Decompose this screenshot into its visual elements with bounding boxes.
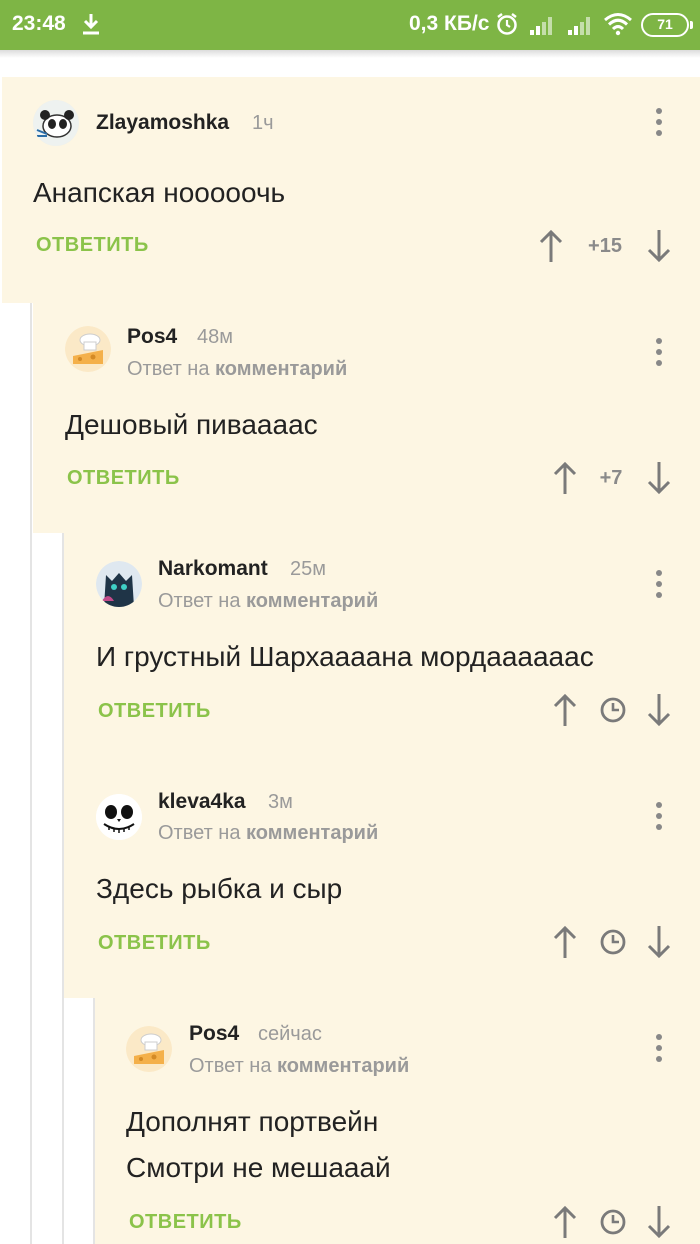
signal-icon (530, 17, 552, 35)
comment-time: 1ч (252, 112, 274, 134)
comment-text-line: Анапская нооооочь (33, 177, 286, 208)
network-speed: 0,3 КБ/с (409, 12, 490, 35)
reply-to-link[interactable]: комментарий (246, 590, 378, 612)
signal-icon-secondary (568, 17, 590, 35)
comment-score: +7 (599, 467, 623, 489)
reply-button[interactable]: ОТВЕТИТЬ (67, 467, 180, 490)
reply-to-link[interactable]: комментарий (277, 1055, 409, 1077)
comment-text-line: Здесь рыбка и сыр (96, 873, 343, 904)
reply-to-link[interactable]: комментарий (246, 822, 378, 844)
download-icon (83, 14, 99, 35)
downvote-arrow-icon[interactable] (645, 924, 673, 960)
downvote-arrow-icon[interactable] (645, 460, 673, 496)
skull-avatar-icon[interactable] (96, 794, 142, 840)
reply-to-reference[interactable]: Ответ на комментарий (158, 822, 378, 845)
comment-author[interactable]: Pos4 (127, 325, 177, 349)
wifi-icon (604, 13, 632, 36)
reply-button[interactable]: ОТВЕТИТЬ (129, 1211, 242, 1234)
reply-to-prefix: Ответ на (158, 822, 241, 844)
comment-author[interactable]: Zlayamoshka (96, 111, 229, 135)
cheese-avatar-icon[interactable] (126, 1026, 172, 1072)
clock-icon (600, 929, 626, 955)
clock-icon (600, 697, 626, 723)
more-options-icon[interactable] (653, 569, 665, 599)
status-bar: 23:48 0,3 КБ/с 71 (0, 0, 700, 50)
cat-avatar-icon[interactable] (96, 561, 142, 607)
more-options-icon[interactable] (653, 337, 665, 367)
toolbar-shadow (0, 50, 700, 58)
reply-to-reference[interactable]: Ответ на комментарий (189, 1055, 409, 1078)
upvote-arrow-icon[interactable] (551, 1204, 579, 1240)
comment-text-line: Дешовый пиваааас (65, 409, 318, 440)
more-options-icon[interactable] (653, 107, 665, 137)
reply-button[interactable]: ОТВЕТИТЬ (98, 932, 211, 955)
battery-level: 71 (657, 16, 673, 32)
comment-author[interactable]: kleva4ka (158, 790, 246, 814)
alarm-icon (497, 13, 517, 35)
comment-author[interactable]: Narkomant (158, 557, 268, 581)
battery-indicator: 71 (641, 13, 693, 37)
comment-time: сейчас (258, 1023, 322, 1045)
status-time: 23:48 (12, 12, 66, 35)
comment-time: 3м (268, 791, 293, 813)
upvote-arrow-icon[interactable] (551, 460, 579, 496)
comment-text-line: И грустный Шархаааана мордаааааас (96, 641, 594, 672)
reply-button[interactable]: ОТВЕТИТЬ (36, 234, 149, 257)
downvote-arrow-icon[interactable] (645, 1204, 673, 1240)
comment-time: 25м (290, 558, 326, 580)
comment-text: И грустный Шархаааана мордаааааас (96, 634, 594, 680)
more-options-icon[interactable] (653, 801, 665, 831)
downvote-arrow-icon[interactable] (645, 228, 673, 264)
reply-to-prefix: Ответ на (189, 1055, 272, 1077)
clock-icon (600, 1209, 626, 1235)
comment-text-line: Дополнят портвейн (126, 1106, 379, 1137)
thread-guide-line (30, 303, 32, 1244)
comment-score: +15 (588, 235, 622, 257)
reply-button[interactable]: ОТВЕТИТЬ (98, 700, 211, 723)
comment-time: 48м (197, 326, 233, 348)
downvote-arrow-icon[interactable] (645, 692, 673, 728)
upvote-arrow-icon[interactable] (551, 924, 579, 960)
comment-author[interactable]: Pos4 (189, 1022, 239, 1046)
reply-to-prefix: Ответ на (158, 590, 241, 612)
comment-text: Дешовый пиваааас (65, 402, 318, 448)
comment-text: Анапская нооооочь (33, 170, 285, 216)
panda-avatar-icon[interactable] (33, 100, 79, 146)
reply-to-reference[interactable]: Ответ на комментарий (127, 358, 347, 381)
upvote-arrow-icon[interactable] (537, 228, 565, 264)
comment-text: Здесь рыбка и сыр (96, 866, 342, 912)
comment-text: Дополнят портвейн Смотри не мешааай (126, 1099, 391, 1191)
upvote-arrow-icon[interactable] (551, 692, 579, 728)
reply-to-link[interactable]: комментарий (215, 358, 347, 380)
reply-to-reference[interactable]: Ответ на комментарий (158, 590, 378, 613)
more-options-icon[interactable] (653, 1033, 665, 1063)
comment-text-line: Смотри не мешааай (126, 1152, 391, 1183)
cheese-avatar-icon[interactable] (65, 326, 111, 372)
reply-to-prefix: Ответ на (127, 358, 210, 380)
